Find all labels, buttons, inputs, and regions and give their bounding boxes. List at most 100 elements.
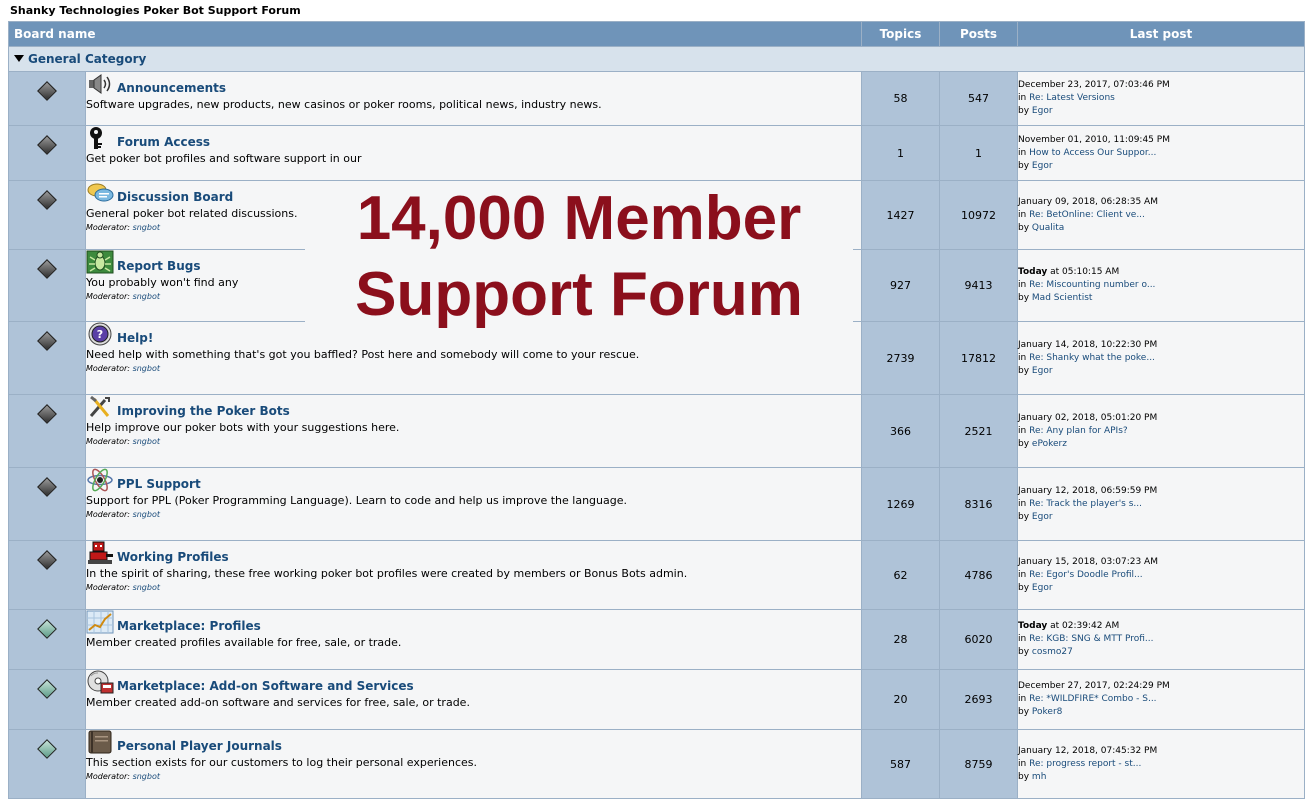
board-moderator: Moderator: sngbot	[86, 583, 861, 592]
board-row[interactable]: Forum Access Get poker bot profiles and s…	[8, 125, 1305, 181]
last-post-by-label: by	[1018, 160, 1030, 171]
moderator-label: Moderator:	[86, 292, 131, 301]
category-row[interactable]: General Category	[8, 46, 1305, 72]
last-post-user-link[interactable]: Egor	[1032, 161, 1053, 171]
last-post-topic-link[interactable]: Re: KGB: SNG & MTT Profi...	[1029, 634, 1153, 644]
last-post-in-label: in	[1018, 280, 1027, 290]
help-icon[interactable]: ?	[86, 322, 114, 346]
board-row[interactable]: PPL Support Support for PPL (Poker Progra…	[8, 467, 1305, 541]
last-post-user-link[interactable]: cosmo27	[1032, 647, 1073, 657]
no-new-posts-icon	[37, 679, 57, 699]
robot-icon[interactable]	[86, 541, 114, 565]
speaker-icon[interactable]	[86, 72, 114, 96]
last-post-topic-link[interactable]: Re: BetOnline: Client ve...	[1029, 210, 1145, 220]
board-moderator: Moderator: sngbot	[86, 364, 861, 373]
board-topics-count: 58	[861, 71, 940, 126]
board-info-cell: Discussion Board General poker bot relate…	[85, 180, 862, 250]
category-name[interactable]: General Category	[28, 52, 146, 66]
chat-bubbles-icon[interactable]	[86, 181, 114, 205]
last-post-topic: in Re: Latest Versions	[1018, 92, 1304, 105]
board-status-cell	[8, 125, 86, 181]
tools-icon[interactable]	[86, 395, 114, 419]
last-post-user-link[interactable]: Mad Scientist	[1032, 293, 1093, 303]
board-row[interactable]: ? Help! Need help with something that's go…	[8, 321, 1305, 395]
last-post-user-link[interactable]: ePokerz	[1032, 439, 1067, 449]
board-description: This section exists for our customers to…	[86, 756, 477, 769]
board-link[interactable]: Announcements	[117, 81, 226, 95]
moderator-label: Moderator:	[86, 583, 131, 592]
last-post-user-link[interactable]: Egor	[1032, 106, 1053, 116]
last-post-date: January 14, 2018, 10:22:30 PM	[1018, 339, 1304, 352]
moderator-link[interactable]: sngbot	[133, 772, 160, 781]
board-link[interactable]: Improving the Poker Bots	[117, 404, 290, 418]
last-post-user-link[interactable]: Poker8	[1032, 707, 1062, 717]
board-last-post: November 01, 2010, 11:09:45 PM in How to …	[1017, 125, 1305, 181]
chart-icon[interactable]	[86, 610, 114, 634]
last-post-by-label: by	[1018, 582, 1030, 593]
key-icon[interactable]	[86, 126, 114, 150]
last-post-topic-link[interactable]: Re: *WILDFIRE* Combo - S...	[1029, 694, 1156, 704]
last-post-topic-link[interactable]: Re: progress report - st...	[1029, 759, 1141, 769]
board-description: Member created profiles available for fr…	[86, 636, 402, 649]
board-row[interactable]: Personal Player Journals This section exi…	[8, 729, 1305, 799]
last-post-topic-link[interactable]: Re: Egor's Doodle Profil...	[1029, 570, 1143, 580]
board-link[interactable]: PPL Support	[117, 477, 201, 491]
journal-icon[interactable]	[86, 730, 114, 754]
last-post-topic: in Re: progress report - st...	[1018, 758, 1304, 771]
board-row[interactable]: Marketplace: Add-on Software and Service…	[8, 669, 1305, 730]
last-post-topic-link[interactable]: Re: Shanky what the poke...	[1029, 353, 1155, 363]
board-posts-count: 1	[939, 125, 1018, 181]
last-post-user-link[interactable]: Egor	[1032, 512, 1053, 522]
category-cell[interactable]: General Category	[8, 46, 1305, 72]
moderator-link[interactable]: sngbot	[133, 583, 160, 592]
last-post-user-link[interactable]: Egor	[1032, 366, 1053, 376]
board-description: Software upgrades, new products, new cas…	[86, 98, 602, 111]
board-link[interactable]: Help!	[117, 331, 153, 345]
board-link[interactable]: Working Profiles	[117, 550, 229, 564]
board-link[interactable]: Discussion Board	[117, 190, 233, 204]
board-link[interactable]: Forum Access	[117, 135, 210, 149]
board-row[interactable]: Marketplace: Profiles Member created prof…	[8, 609, 1305, 670]
last-post-date: December 27, 2017, 02:24:29 PM	[1018, 680, 1304, 693]
last-post-topic-link[interactable]: Re: Latest Versions	[1029, 93, 1115, 103]
moderator-link[interactable]: sngbot	[133, 437, 160, 446]
board-row[interactable]: Improving the Poker Bots Help improve our…	[8, 394, 1305, 468]
bug-icon[interactable]	[86, 250, 114, 274]
last-post-user-link[interactable]: Qualita	[1032, 223, 1064, 233]
board-row[interactable]: Working Profiles In the spirit of sharing…	[8, 540, 1305, 610]
last-post-user-link[interactable]: mh	[1032, 772, 1046, 782]
board-row[interactable]: Report Bugs You probably won't find any Mo…	[8, 249, 1305, 322]
new-posts-icon	[37, 404, 57, 424]
board-link[interactable]: Marketplace: Add-on Software and Service…	[117, 679, 414, 693]
moderator-link[interactable]: sngbot	[133, 364, 160, 373]
board-index-table: Board name Topics Posts Last post Genera…	[8, 21, 1305, 799]
last-post-topic-link[interactable]: Re: Track the player's s...	[1029, 499, 1142, 509]
board-link[interactable]: Personal Player Journals	[117, 739, 282, 753]
triangle-down-icon[interactable]	[14, 55, 24, 62]
atom-icon[interactable]	[86, 468, 114, 492]
last-post-topic-link[interactable]: Re: Miscounting number o...	[1029, 280, 1155, 290]
board-topics-count: 28	[861, 609, 940, 670]
board-title-line: Forum Access	[86, 126, 861, 150]
last-post-author: by cosmo27	[1018, 646, 1304, 659]
moderator-link[interactable]: sngbot	[133, 292, 160, 301]
board-description: Help improve our poker bots with your su…	[86, 421, 400, 434]
last-post-user-link[interactable]: Egor	[1032, 583, 1053, 593]
board-link[interactable]: Report Bugs	[117, 259, 200, 273]
moderator-link[interactable]: sngbot	[133, 510, 160, 519]
last-post-in-label: in	[1018, 498, 1027, 509]
board-status-cell	[8, 540, 86, 610]
last-post-topic-link[interactable]: Re: Any plan for APIs?	[1029, 426, 1128, 436]
board-link[interactable]: Marketplace: Profiles	[117, 619, 261, 633]
board-row[interactable]: Discussion Board General poker bot relate…	[8, 180, 1305, 250]
software-cd-icon[interactable]	[86, 670, 114, 694]
board-info-cell: Working Profiles In the spirit of sharing…	[85, 540, 862, 610]
last-post-topic-link[interactable]: How to Access Our Suppor...	[1029, 148, 1156, 158]
board-last-post: December 23, 2017, 07:03:46 PM in Re: Lat…	[1017, 71, 1305, 126]
board-row[interactable]: Announcements Software upgrades, new prod…	[8, 71, 1305, 126]
last-post-time: January 12, 2018, 06:59:59 PM	[1018, 485, 1158, 496]
moderator-link[interactable]: sngbot	[133, 223, 160, 232]
last-post-in-label: in	[1018, 694, 1027, 704]
last-post-in-label: in	[1018, 352, 1027, 363]
last-post-date: November 01, 2010, 11:09:45 PM	[1018, 134, 1304, 147]
